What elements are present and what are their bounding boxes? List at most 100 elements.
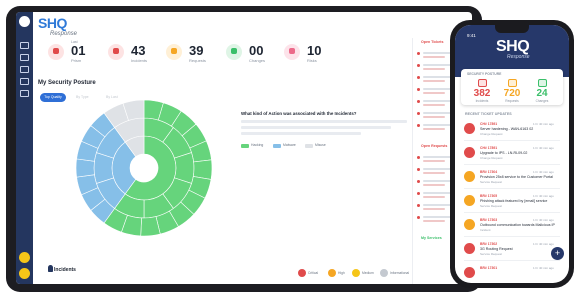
ticket-type-icon (464, 243, 475, 254)
stat-requests[interactable]: 720 Requests (497, 79, 527, 105)
stat-changes[interactable]: 24 Changes (527, 79, 557, 105)
divider (464, 140, 560, 141)
assets-icon[interactable] (20, 78, 29, 85)
ticket-title: 3G Routing Request (480, 247, 513, 251)
ticket-time: 1 hr 40 min ago (533, 242, 554, 246)
ticket-row-meta (423, 160, 445, 162)
stat-label: Changes (249, 58, 266, 63)
card-title: SECURITY POSTURE (467, 72, 502, 76)
sidebar-logo-icon[interactable] (19, 16, 30, 27)
divider (464, 164, 560, 165)
question-text-line (241, 120, 407, 123)
stat-icon (171, 48, 177, 54)
changes-icon (537, 79, 547, 87)
stat-incidents[interactable]: 382 Incidents (467, 79, 497, 105)
ticket-id: BR# 17301 (480, 266, 498, 270)
reports-icon[interactable] (20, 66, 29, 73)
legend-label: Malware (283, 143, 296, 147)
stat-card-requests[interactable]: 39 Requests (166, 40, 226, 66)
ticket-type-icon (464, 147, 475, 158)
ticket-row-meta (423, 184, 445, 186)
ticket-time: 1 hr 40 min ago (533, 146, 554, 150)
open-tickets-heading: Open Tickets (421, 40, 444, 44)
ticket-id: BR# 17304 (480, 170, 498, 174)
severity-dot (380, 269, 388, 277)
legend-swatch (273, 144, 281, 148)
help-icon[interactable] (19, 252, 30, 263)
ticket-flag-icon (417, 192, 420, 195)
ticket-meta: Service Request (480, 252, 503, 256)
ticket-update-item[interactable]: BR# 17301 1 hr 40 min ago (461, 263, 563, 283)
incidents-icon (477, 79, 487, 87)
stat-icon-bg (48, 44, 64, 60)
ticket-flag-icon (417, 76, 420, 79)
divider (464, 236, 560, 237)
ticket-flag-icon (417, 52, 420, 55)
stat-card-risks[interactable]: 10 Risks (284, 40, 344, 66)
ticket-update-item[interactable]: BR# 17305 1 hr 40 min ago Phishing attack … (461, 191, 563, 213)
logo-subtext: Response (50, 31, 78, 37)
stat-card-incidents[interactable]: 43 Incidents (108, 40, 168, 66)
incidents-heading: Incidents (54, 267, 76, 273)
ticket-type-icon (464, 171, 475, 182)
stat-label: Requests (189, 58, 206, 63)
ticket-update-item[interactable]: BR# 17302 1 hr 40 min ago 3G Routing Reque… (461, 239, 563, 261)
ticket-row-meta (423, 220, 445, 222)
stat-label: Incidents (475, 99, 489, 103)
stat-label: Requests (505, 99, 519, 103)
page-title: My Security Posture (38, 80, 96, 86)
tab-top-quality[interactable]: Top Quality (40, 93, 66, 102)
tickets-icon[interactable] (20, 54, 29, 61)
sunburst-segment[interactable] (192, 159, 213, 180)
ticket-title: Outbound communication towards Malicious… (480, 223, 555, 227)
stat-card-prism[interactable]: Last 01 Prism (48, 40, 108, 66)
recent-updates-heading: RECENT TICKET UPDATES (465, 112, 512, 116)
stat-value: 382 (473, 88, 491, 99)
ticket-row-meta (423, 56, 445, 58)
security-posture-card[interactable]: SECURITY POSTURE 382 Incidents 720 Reque… (461, 69, 563, 105)
stat-label: Prism (71, 58, 82, 63)
ticket-row-meta (423, 92, 445, 94)
question-text-line (241, 132, 361, 135)
severity-label: Informational (390, 271, 410, 275)
ticket-id: BR# 17302 (480, 242, 498, 246)
phone-logo-subtext: Response (507, 54, 530, 60)
ticket-row-meta (423, 68, 445, 70)
ticket-row-meta (423, 208, 445, 210)
ticket-row-meta (423, 104, 445, 106)
ticket-title: Provision 25x8 service to the Customer P… (480, 175, 553, 179)
legend-label: Hacking (251, 143, 264, 147)
severity-dot (298, 269, 306, 277)
question-text-line (241, 126, 391, 129)
ticket-update-item[interactable]: CH# 17891 1 hr 40 min ago Upgrade to IPS -… (461, 143, 563, 165)
severity-label: High (338, 271, 345, 275)
ticket-meta: Change Request (480, 156, 503, 160)
user-avatar[interactable] (19, 268, 30, 279)
settings-icon[interactable] (20, 90, 29, 97)
ticket-row-meta (423, 128, 445, 130)
divider (464, 212, 560, 213)
ticket-type-icon (464, 123, 475, 134)
ticket-update-item[interactable]: CH# 17891 1 hr 40 min ago Server hardening… (461, 119, 563, 141)
ticket-flag-icon (417, 204, 420, 207)
app-logo: SHQ Response (38, 15, 98, 37)
ticket-type-icon (464, 219, 475, 230)
ticket-update-item[interactable]: BR# 17303 1 hr 40 min ago Outbound communi… (461, 215, 563, 237)
legend-label: Misuse (315, 143, 326, 147)
logo-text: SHQ (38, 15, 67, 31)
sunburst-segment[interactable] (75, 158, 95, 178)
ticket-id: BR# 17305 (480, 194, 498, 198)
open-requests-heading: Open Requests (421, 144, 448, 148)
stat-card-changes[interactable]: 00 Changes (226, 40, 286, 66)
ticket-meta: Service Request (480, 204, 503, 208)
stat-icon (113, 48, 119, 54)
ticket-time: 1 hr 40 min ago (533, 218, 554, 222)
ticket-time: 1 hr 40 min ago (533, 122, 554, 126)
posture-sunburst-chart (75, 99, 213, 237)
stat-label: Changes (535, 99, 549, 103)
ticket-flag-icon (417, 216, 420, 219)
ticket-title: Server hardening - WAN-6163 02 (480, 127, 534, 131)
stat-value: 01 (71, 43, 86, 58)
ticket-update-item[interactable]: BR# 17304 1 hr 40 min ago Provision 25x8 s… (461, 167, 563, 189)
dashboard-icon[interactable] (20, 42, 29, 49)
